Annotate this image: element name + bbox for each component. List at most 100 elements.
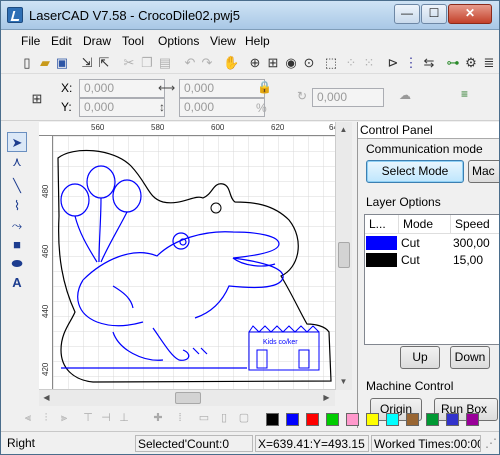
redo-icon[interactable]: ↷ [199, 55, 215, 71]
new-file-icon[interactable]: ▯ [19, 55, 35, 71]
layers-icon[interactable]: ≣ [481, 55, 497, 71]
palette-color-blue[interactable] [286, 413, 299, 426]
palette-color-black[interactable] [266, 413, 279, 426]
layer-up-button[interactable]: Up [400, 346, 440, 369]
same-height-icon[interactable]: ▯ [217, 411, 231, 425]
same-size-icon[interactable]: ▢ [237, 411, 251, 425]
layer-stack-icon[interactable]: ≡ [461, 87, 468, 101]
palette-color-brown[interactable] [406, 413, 419, 426]
menu-options[interactable]: Options [158, 34, 199, 48]
scroll-left-arrow-icon[interactable]: ◀ [39, 390, 54, 405]
pan-hand-icon[interactable]: ✋ [223, 55, 239, 71]
settings-icon[interactable]: ⚙ [463, 55, 479, 71]
lock-ratio-icon[interactable]: 🔒 [257, 80, 272, 94]
layer-row[interactable]: Cut 300,00 [365, 235, 499, 251]
palette-color-pink[interactable] [346, 413, 359, 426]
palette-color-dark-green[interactable] [426, 413, 439, 426]
menu-help[interactable]: Help [245, 34, 270, 48]
align-top-icon[interactable]: ⊤ [81, 411, 95, 425]
line-icon[interactable]: ╲ [7, 176, 27, 196]
bezier-icon[interactable]: ⤳ [7, 216, 27, 236]
same-width-icon[interactable]: ▭ [197, 411, 211, 425]
zoom-page-icon[interactable]: ◉ [283, 55, 299, 71]
undo-icon[interactable]: ↶ [182, 55, 198, 71]
horizontal-scroll-thumb[interactable] [175, 392, 201, 404]
align-bottom-icon[interactable]: ⊥ [117, 411, 131, 425]
mode-column-header[interactable]: Mode [399, 215, 451, 234]
menu-draw[interactable]: Draw [83, 34, 111, 48]
height-field[interactable]: 0,000 [179, 98, 265, 117]
text-icon[interactable]: A [7, 273, 27, 293]
menu-view[interactable]: View [210, 34, 236, 48]
layer-row[interactable]: Cut 15,00 [365, 252, 499, 268]
menu-file[interactable]: File [21, 34, 40, 48]
array-icon[interactable]: ⋮ [403, 55, 419, 71]
left-toolbox: ➤ ⋏ ╲ ⌇ ⤳ ■ ⬬ A [7, 132, 29, 292]
menu-edit[interactable]: Edit [51, 34, 72, 48]
rotation-angle-field[interactable]: 0,000 [312, 88, 384, 107]
group-icon[interactable]: ⁙ [361, 55, 377, 71]
layer-color-swatch [366, 236, 397, 250]
ruler-tick-label: 420 [41, 362, 50, 376]
drawing-canvas[interactable]: Kids co/ker [53, 136, 335, 389]
close-button[interactable]: ✕ [448, 4, 492, 24]
ruler-tick-label: 580 [151, 123, 165, 132]
scroll-right-arrow-icon[interactable]: ▶ [319, 390, 334, 405]
import-icon[interactable]: ⇲ [79, 55, 95, 71]
node-edit-tool-icon[interactable]: ⋏ [7, 152, 27, 172]
align-right-icon[interactable]: ⫸ [57, 411, 71, 425]
polyline-icon[interactable]: ⌇ [7, 196, 27, 216]
cloud-icon[interactable]: ☁ [399, 88, 411, 102]
layer-column-header[interactable]: L... [365, 215, 399, 234]
center-object-icon[interactable]: ✚ [151, 411, 165, 425]
width-field[interactable]: 0,000 [179, 79, 265, 98]
select-mode-button[interactable]: Select Mode [366, 160, 464, 183]
vertical-scrollbar[interactable]: ▲ ▼ [335, 122, 352, 390]
palette-color-green[interactable] [326, 413, 339, 426]
zoom-in-icon[interactable]: ⊙ [301, 55, 317, 71]
title-bar[interactable]: LaserCAD V7.58 - CrocoDile02.pwj5 — ☐ ✕ [1, 1, 499, 30]
node-edit-icon[interactable]: ⁘ [343, 55, 359, 71]
export-icon[interactable]: ⇱ [96, 55, 112, 71]
ellipse-icon[interactable]: ⬬ [7, 254, 27, 274]
laser-path-icon[interactable]: ⊳ [385, 55, 401, 71]
palette-color-cyan[interactable] [386, 413, 399, 426]
rectangle-icon[interactable]: ■ [7, 235, 27, 255]
layer-list[interactable]: L... Mode Speed Cut 300,00 Cut 15,00 [364, 214, 499, 345]
cut-icon[interactable]: ✂ [121, 55, 137, 71]
align-center-icon[interactable]: ⫶ [39, 411, 53, 425]
align-icon[interactable]: ⇆ [421, 55, 437, 71]
resize-grip-icon[interactable]: ⋰ [483, 435, 497, 452]
copy-icon[interactable]: ❐ [139, 55, 155, 71]
zoom-window-icon[interactable]: ⊕ [247, 55, 263, 71]
palette-color-yellow[interactable] [366, 413, 379, 426]
speed-column-header[interactable]: Speed [451, 215, 499, 234]
palette-color-red[interactable] [306, 413, 319, 426]
y-position-field[interactable]: 0,000 [79, 98, 165, 117]
horizontal-scrollbar[interactable]: ◀ ▶ [39, 389, 335, 406]
minimize-button[interactable]: — [394, 4, 420, 24]
save-icon[interactable]: ▣ [54, 55, 70, 71]
grid-anchor-icon[interactable]: ⊞ [29, 91, 45, 107]
scroll-down-arrow-icon[interactable]: ▼ [336, 374, 351, 389]
scroll-up-arrow-icon[interactable]: ▲ [336, 122, 351, 137]
select-arrow-icon[interactable]: ➤ [7, 132, 27, 152]
palette-color-indigo[interactable] [446, 413, 459, 426]
select-all-icon[interactable]: ⬚ [323, 55, 339, 71]
vertical-scroll-thumb[interactable] [338, 242, 350, 268]
open-folder-icon[interactable]: ▰ [37, 55, 53, 71]
palette-color-purple[interactable] [466, 413, 479, 426]
app-window: LaserCAD V7.58 - CrocoDile02.pwj5 — ☐ ✕ … [0, 0, 500, 455]
zoom-fit-icon[interactable]: ⊞ [265, 55, 281, 71]
layer-down-button[interactable]: Down [450, 346, 490, 369]
menu-tool[interactable]: Tool [122, 34, 144, 48]
align-left-icon[interactable]: ⫷ [21, 411, 35, 425]
distribute-icon[interactable]: ⁞ [173, 411, 187, 425]
maximize-button[interactable]: ☐ [421, 4, 447, 24]
align-middle-icon[interactable]: ⊣ [99, 411, 113, 425]
machine-tab-button[interactable]: Mac [468, 160, 499, 183]
mirror-icon[interactable]: ⊶ [445, 55, 461, 71]
paste-icon[interactable]: ▤ [157, 55, 173, 71]
x-position-field[interactable]: 0,000 [79, 79, 165, 98]
window-title: LaserCAD V7.58 - CrocoDile02.pwj5 [29, 8, 240, 23]
